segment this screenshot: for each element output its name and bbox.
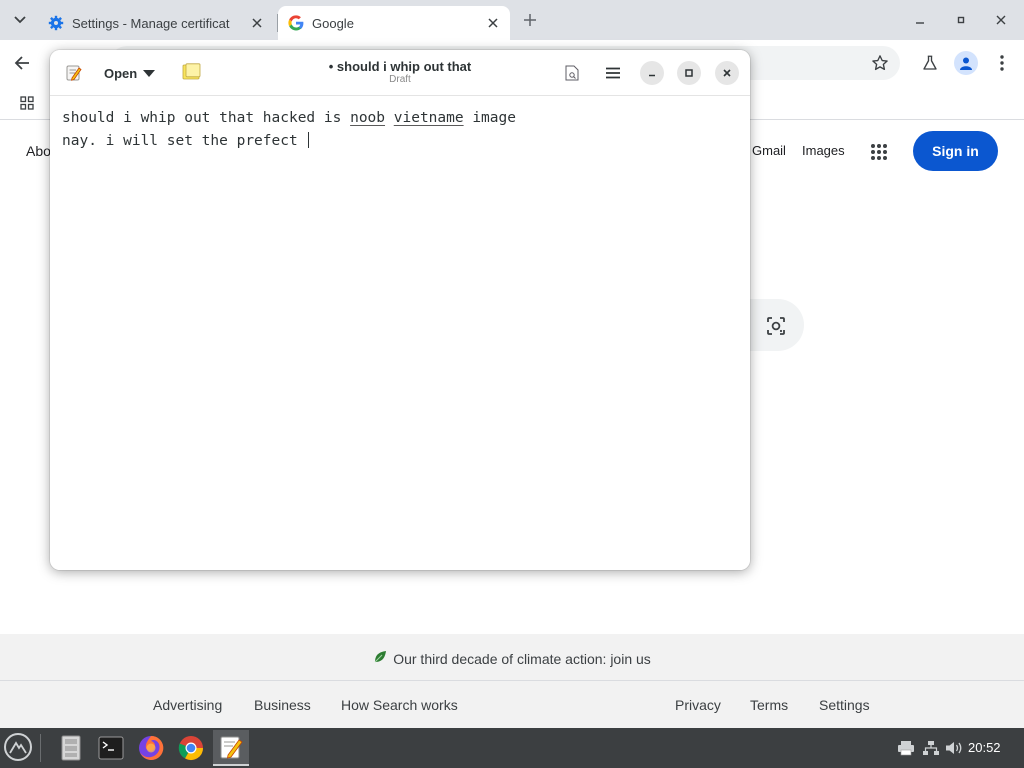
- google-lens-camera-icon[interactable]: [764, 314, 788, 338]
- footer-advertising-link[interactable]: Advertising: [153, 697, 222, 713]
- app-launcher-icon[interactable]: [4, 733, 32, 761]
- text-cursor: [308, 132, 310, 148]
- google-apps-icon[interactable]: [866, 139, 892, 165]
- text-editor-window: Open • should i whip out that Draft shou…: [50, 50, 750, 570]
- tab-title: Settings - Manage certificat: [72, 15, 230, 31]
- text-segment: [385, 110, 394, 126]
- tab-google[interactable]: Google: [278, 6, 510, 40]
- google-images-link[interactable]: Images: [802, 143, 845, 158]
- sign-in-button[interactable]: Sign in: [913, 131, 998, 171]
- apps-grid-icon[interactable]: [16, 92, 38, 114]
- labs-flask-icon[interactable]: [916, 49, 944, 77]
- misspelled-word[interactable]: noob: [350, 110, 385, 126]
- footer-settings-link[interactable]: Settings: [819, 697, 870, 713]
- google-about-link[interactable]: Abo: [26, 143, 51, 159]
- tab-search-chevron-icon[interactable]: [8, 8, 32, 32]
- new-document-note-icon[interactable]: [182, 63, 204, 83]
- tab-strip: Settings - Manage certificat Google: [0, 0, 1024, 40]
- settings-gear-icon: [48, 15, 64, 31]
- footer-how-search-works-link[interactable]: How Search works: [341, 697, 458, 713]
- hamburger-menu-icon[interactable]: [602, 62, 624, 84]
- climate-text: Our third decade of climate action: join…: [393, 650, 651, 667]
- terminal-icon[interactable]: [93, 730, 129, 766]
- text-line-1: should i whip out that hacked is noob vi…: [62, 110, 516, 126]
- footer-privacy-link[interactable]: Privacy: [675, 697, 721, 713]
- open-file-button[interactable]: Open: [96, 60, 163, 86]
- more-vertical-icon[interactable]: [988, 49, 1016, 77]
- close-tab-icon[interactable]: [246, 12, 268, 34]
- google-gmail-link[interactable]: Gmail: [752, 143, 786, 158]
- close-window-icon[interactable]: [989, 8, 1013, 32]
- misspelled-word[interactable]: vietname: [394, 110, 464, 126]
- document-title: • should i whip out that: [328, 59, 472, 74]
- save-document-icon[interactable]: [561, 62, 583, 84]
- footer-business-link[interactable]: Business: [254, 697, 311, 713]
- footer-divider: [0, 680, 1024, 681]
- firefox-icon[interactable]: [133, 730, 169, 766]
- taskbar: 20:52: [0, 728, 1024, 768]
- google-footer: Our third decade of climate action: join…: [0, 634, 1024, 728]
- chrome-icon[interactable]: [173, 730, 209, 766]
- leaf-icon: [373, 650, 387, 667]
- maximize-icon[interactable]: [949, 8, 973, 32]
- volume-icon[interactable]: [944, 738, 964, 758]
- text-editor-app-icon: [64, 63, 84, 83]
- taskbar-divider: [40, 734, 41, 762]
- google-g-icon: [288, 15, 304, 31]
- text-line-2: nay. i will set the prefect: [62, 132, 310, 149]
- editor-text-area[interactable]: should i whip out that hacked is noob vi…: [50, 97, 750, 570]
- text-editor-taskbar-icon[interactable]: [213, 730, 249, 766]
- chevron-down-icon: [143, 66, 156, 81]
- editor-close-icon[interactable]: [715, 61, 739, 85]
- text-segment: should i whip out that hacked is: [62, 110, 351, 126]
- tab-title: Google: [312, 15, 354, 31]
- minimize-icon[interactable]: [908, 8, 932, 32]
- editor-maximize-icon[interactable]: [677, 61, 701, 85]
- text-segment: image: [463, 110, 516, 126]
- climate-banner[interactable]: Our third decade of climate action: join…: [0, 650, 1024, 667]
- text-segment: nay. i will set the prefect: [62, 133, 307, 149]
- printer-icon[interactable]: [896, 738, 916, 758]
- close-tab-icon[interactable]: [482, 12, 504, 34]
- editor-header-bar: Open • should i whip out that Draft: [50, 50, 750, 96]
- footer-terms-link[interactable]: Terms: [750, 697, 788, 713]
- profile-avatar-icon[interactable]: [952, 49, 980, 77]
- new-tab-plus-icon[interactable]: [518, 8, 542, 32]
- tab-settings[interactable]: Settings - Manage certificat: [38, 6, 274, 40]
- network-icon[interactable]: [921, 738, 941, 758]
- open-label: Open: [104, 65, 138, 81]
- file-manager-icon[interactable]: [53, 730, 89, 766]
- clock[interactable]: 20:52: [968, 740, 1001, 755]
- document-subtitle: Draft: [389, 74, 411, 85]
- back-arrow-icon[interactable]: [8, 49, 36, 77]
- bookmark-star-icon[interactable]: [866, 49, 894, 77]
- editor-minimize-icon[interactable]: [640, 61, 664, 85]
